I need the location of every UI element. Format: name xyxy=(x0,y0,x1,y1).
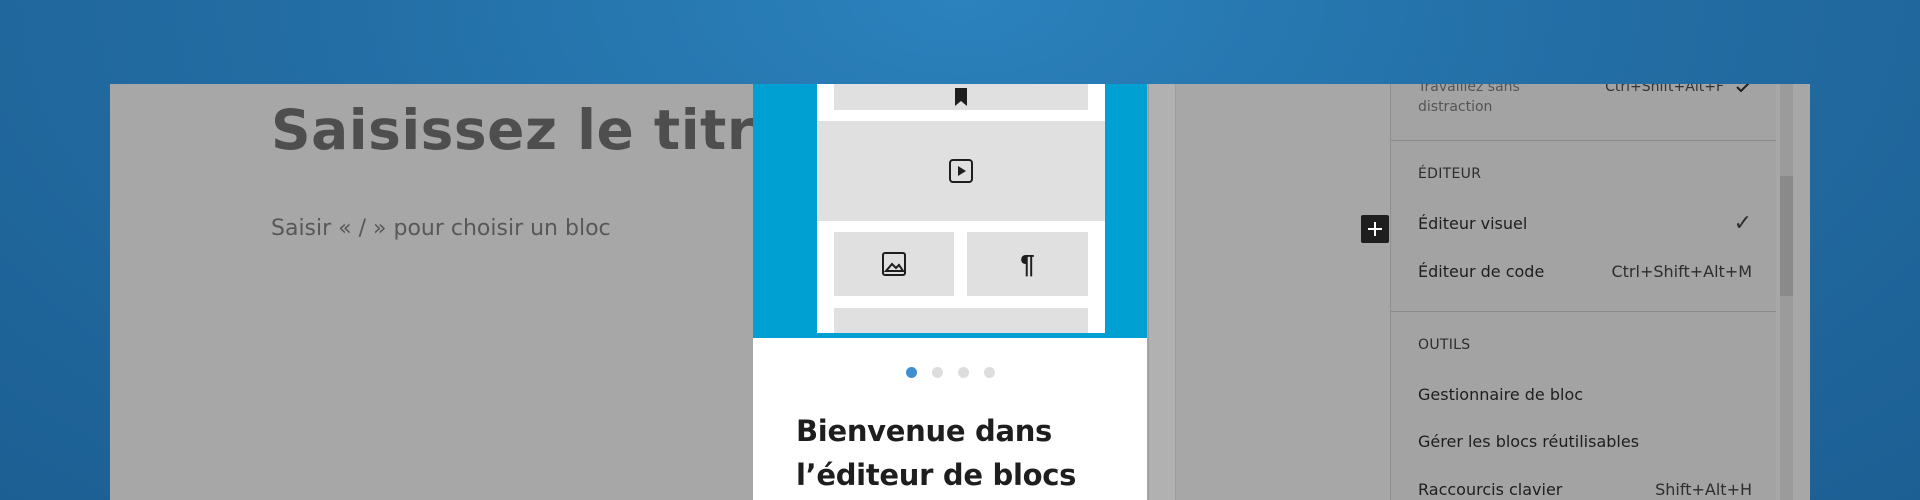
scrollbar[interactable] xyxy=(1776,84,1810,500)
editor-window: Saisissez le titre Saisir « / » pour cho… xyxy=(110,84,1810,500)
welcome-guide-illustration: ¶ xyxy=(753,84,1147,338)
menu-separator xyxy=(1391,311,1776,312)
bookmark-icon xyxy=(955,88,967,106)
menu-item-visual-editor[interactable]: Éditeur visuel ✓ xyxy=(1418,206,1752,240)
block-inserter-button[interactable] xyxy=(1361,215,1389,243)
welcome-guide-modal: ¶ Bienvenue dans l’éditeur de blocs xyxy=(753,84,1147,500)
page-dot[interactable] xyxy=(957,367,969,378)
menu-item-label: Travaillez sans distraction xyxy=(1418,84,1520,115)
image-tile xyxy=(834,232,954,296)
menu-item-keyboard-shortcuts[interactable]: Raccourcis clavier Shift+Alt+H xyxy=(1418,472,1752,500)
play-icon xyxy=(949,159,973,183)
scrollbar-thumb[interactable] xyxy=(1780,176,1793,296)
plus-icon xyxy=(1368,222,1382,236)
page-dot[interactable] xyxy=(931,367,943,378)
menu-item-shortcut: Ctrl+Shift+Alt+M xyxy=(1611,261,1752,281)
phone-mockup: ¶ xyxy=(817,84,1105,333)
page-dot[interactable] xyxy=(983,367,995,378)
empty-tile xyxy=(834,308,1088,333)
paragraph-icon: ¶ xyxy=(1020,248,1035,279)
image-icon xyxy=(882,252,906,276)
menu-item-distraction-free[interactable]: Travaillez sans distraction Ctrl+Shift+A… xyxy=(1418,84,1752,117)
video-tile xyxy=(817,121,1105,221)
menu-item-shortcut: Ctrl+Shift+Alt+F xyxy=(1605,84,1752,97)
bookmark-tile xyxy=(834,84,1088,110)
menu-item-shortcut: Shift+Alt+H xyxy=(1655,479,1752,499)
menu-item-label: Éditeur de code xyxy=(1418,261,1545,281)
options-menu: Travaillez sans distraction Ctrl+Shift+A… xyxy=(1390,84,1776,500)
check-icon: ✓ xyxy=(1733,210,1752,236)
editor-section-title: ÉDITEUR xyxy=(1418,166,1482,182)
menu-item-code-editor[interactable]: Éditeur de code Ctrl+Shift+Alt+M xyxy=(1418,254,1752,288)
paragraph-tile: ¶ xyxy=(967,232,1088,296)
block-placeholder[interactable]: Saisir « / » pour choisir un bloc xyxy=(271,216,611,241)
menu-item-label: Gestionnaire de bloc xyxy=(1418,384,1584,404)
post-title-input[interactable]: Saisissez le titre xyxy=(271,98,792,162)
menu-item-label: Gérer les blocs réutilisables xyxy=(1418,431,1640,451)
welcome-guide-heading: Bienvenue dans l’éditeur de blocs xyxy=(796,414,1077,492)
page-dot[interactable] xyxy=(905,367,917,378)
menu-separator xyxy=(1391,140,1776,141)
menu-item-label: Raccourcis clavier xyxy=(1418,479,1563,499)
menu-item-label: Éditeur visuel xyxy=(1418,213,1528,233)
modal-edge xyxy=(1148,84,1176,500)
menu-item-reusable-blocks[interactable]: Gérer les blocs réutilisables xyxy=(1418,424,1752,458)
tools-section-title: OUTILS xyxy=(1418,337,1471,353)
page-indicator xyxy=(753,367,1147,378)
menu-item-block-manager[interactable]: Gestionnaire de bloc xyxy=(1418,377,1752,411)
check-icon xyxy=(1736,84,1750,93)
